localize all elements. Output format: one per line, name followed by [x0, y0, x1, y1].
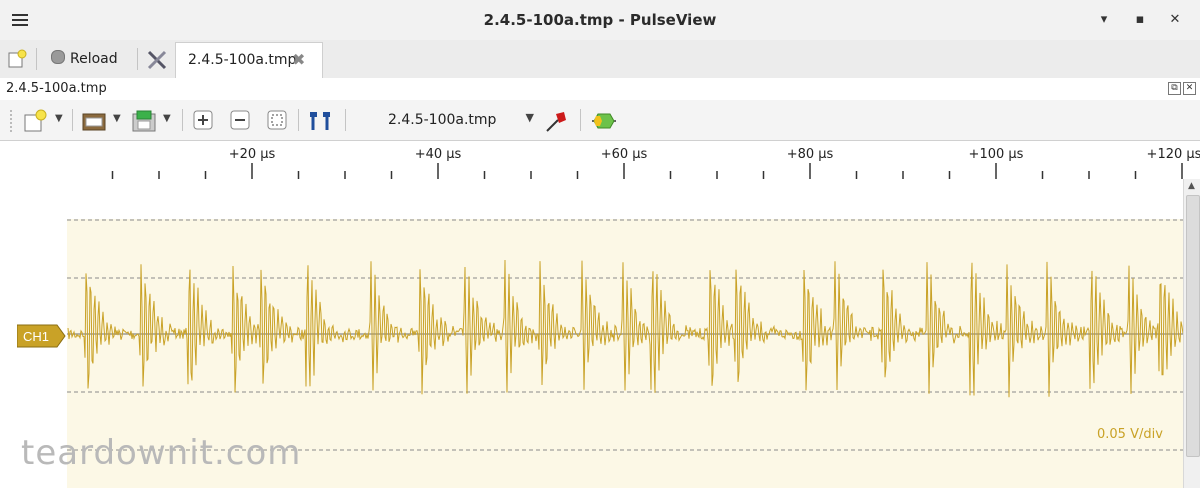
- settings-tools-icon[interactable]: [146, 49, 168, 71]
- reload-icon: [51, 50, 65, 64]
- maximize-button[interactable]: ▪: [1132, 12, 1148, 28]
- scrollbar-thumb[interactable]: [1186, 195, 1200, 457]
- add-decoder-icon[interactable]: [590, 112, 618, 130]
- save-dropdown-icon[interactable]: ▼: [163, 113, 171, 124]
- channel-name: CH1: [23, 329, 49, 344]
- volts-per-div-label: 0.05 V/div: [1097, 427, 1163, 442]
- reload-label: Reload: [70, 51, 118, 67]
- device-select[interactable]: 2.4.5-100a.tmp ▼: [388, 111, 538, 130]
- new-session-icon[interactable]: [7, 49, 27, 69]
- close-button[interactable]: ✕: [1167, 12, 1183, 28]
- tab-close-icon[interactable]: ✖: [292, 50, 305, 69]
- minimize-button[interactable]: ▾: [1096, 12, 1112, 28]
- device-select-value: 2.4.5-100a.tmp: [388, 112, 497, 128]
- open-file-icon[interactable]: [80, 109, 108, 133]
- time-ruler[interactable]: +20 µs +40 µs +60 µs +80 µs +100 µs +120…: [0, 141, 1200, 179]
- probe-config-icon[interactable]: [543, 109, 569, 135]
- dock-title-bar: 2.4.5-100a.tmp ⧉ ✕: [0, 78, 1200, 100]
- scroll-up-icon[interactable]: ▲: [1188, 181, 1195, 191]
- session-tab-bar: Reload 2.4.5-100a.tmp ✖: [0, 40, 1200, 79]
- reload-button[interactable]: Reload: [51, 46, 118, 72]
- dock-title: 2.4.5-100a.tmp: [6, 81, 107, 96]
- close-dock-icon[interactable]: ✕: [1183, 82, 1196, 95]
- open-dropdown-icon[interactable]: ▼: [113, 113, 121, 124]
- watermark: teardownit.com: [21, 433, 302, 473]
- zoom-in-icon[interactable]: [192, 109, 214, 131]
- tab-session[interactable]: 2.4.5-100a.tmp ✖: [175, 42, 323, 79]
- zoom-fit-icon[interactable]: [266, 109, 288, 131]
- cursors-icon[interactable]: [307, 109, 333, 133]
- title-bar: 2.4.5-100a.tmp - PulseView ▾ ▪ ✕: [0, 0, 1200, 41]
- window-title: 2.4.5-100a.tmp - PulseView: [483, 11, 717, 29]
- ruler-ticks: [111, 163, 1183, 179]
- chevron-down-icon: ▼: [525, 111, 534, 124]
- main-toolbar: ▼ ▼ ▼ 2.4.5-100a.tmp ▼: [0, 100, 1200, 141]
- channel-label-ch1[interactable]: CH1: [17, 323, 67, 349]
- new-view-dropdown-icon[interactable]: ▼: [55, 113, 63, 124]
- tab-label: 2.4.5-100a.tmp: [188, 52, 297, 68]
- new-view-icon[interactable]: [22, 109, 48, 133]
- save-file-icon[interactable]: [130, 109, 158, 133]
- vertical-scrollbar[interactable]: ▲: [1183, 179, 1200, 488]
- zoom-out-icon[interactable]: [229, 109, 251, 131]
- float-dock-icon[interactable]: ⧉: [1168, 82, 1181, 95]
